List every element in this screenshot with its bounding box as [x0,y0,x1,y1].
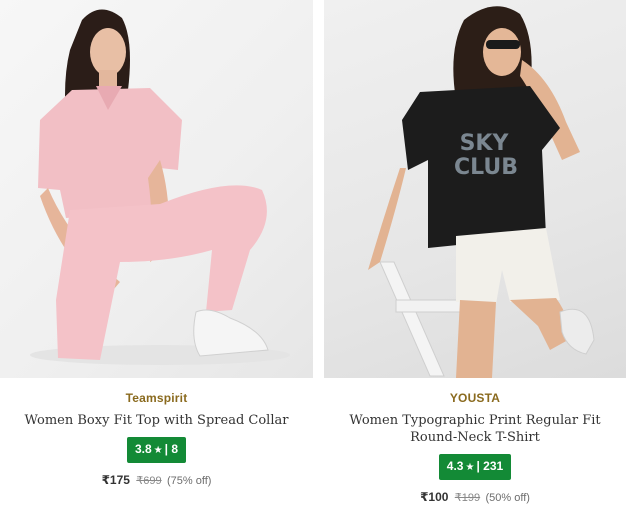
product-brand: Teamspirit [125,391,188,405]
product-title[interactable]: Women Typographic Print Regular Fit Roun… [324,412,626,446]
discount-label: (50% off) [485,492,530,504]
product-title[interactable]: Women Boxy Fit Top with Spread Collar [0,412,313,429]
product-card[interactable]: Teamspirit Women Boxy Fit Top with Sprea… [0,0,313,487]
product-brand: YOUSTA [449,391,501,405]
product-grid: Teamspirit Women Boxy Fit Top with Sprea… [0,0,637,522]
product-image[interactable] [0,0,313,378]
svg-text:SKY: SKY [460,131,510,156]
rating-badge: 4.3 ★ | 231 [438,454,512,480]
rating-count: 231 [483,459,504,473]
discount-label: (75% off) [166,475,212,487]
rating-value: 4.3 [446,459,464,473]
star-icon: ★ [465,462,475,473]
rating-badge: 3.8 ★ | 8 [126,437,187,463]
selling-price: ₹175 [101,473,130,487]
mrp-price: ₹699 [136,475,162,487]
product-photo-pink-coord-set [30,9,290,365]
svg-text:CLUB: CLUB [454,155,518,180]
mrp-price: ₹199 [454,492,481,504]
product-image[interactable]: SKY CLUB [324,0,626,378]
rating-count: 8 [171,442,179,456]
product-photo-black-tshirt: SKY CLUB [368,6,595,378]
product-card[interactable]: SKY CLUB YOUSTA Women Typographic Print … [324,0,626,504]
price-row: ₹100 ₹199 (50% off) [324,490,626,504]
star-icon: ★ [153,445,163,456]
price-row: ₹175 ₹699 (75% off) [0,473,313,487]
rating-value: 3.8 [134,442,152,456]
selling-price: ₹100 [420,490,449,504]
